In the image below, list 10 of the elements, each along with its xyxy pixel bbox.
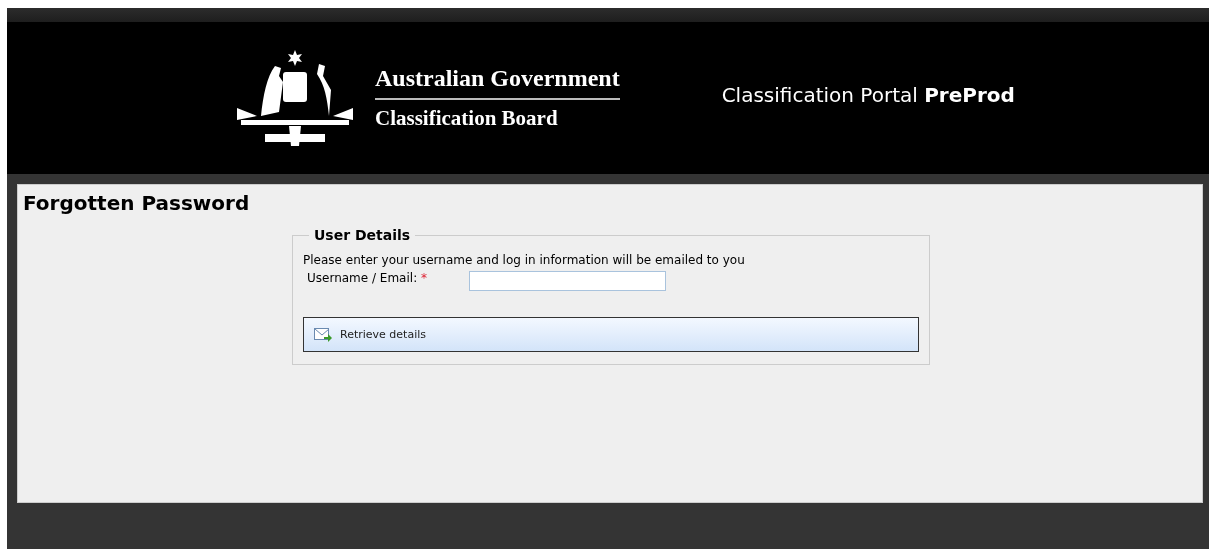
instructions-text: Please enter your username and log in information will be emailed to you [303, 253, 746, 267]
retrieve-details-button[interactable]: Retrieve details [303, 317, 919, 352]
board-name: Classification Board [375, 106, 559, 131]
page-title: Forgotten Password [23, 191, 251, 215]
required-mark: * [421, 271, 427, 285]
fieldset-legend: User Details [309, 227, 416, 243]
agency-name: Australian Government [375, 65, 620, 100]
field-label: Username / Email: * [307, 271, 428, 285]
portal-title: Classification Portal PreProd [721, 83, 1015, 107]
username-input[interactable] [469, 271, 666, 291]
